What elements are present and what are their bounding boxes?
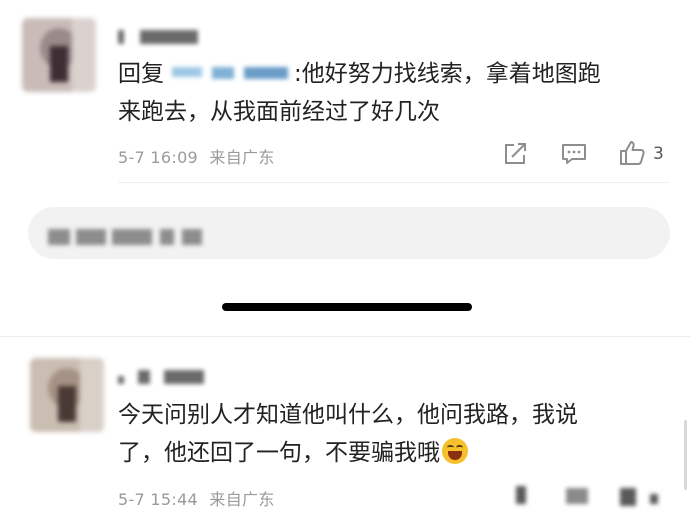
home-indicator	[222, 303, 472, 311]
username-blurred[interactable]	[118, 28, 208, 46]
comment-text-line1: 今天问别人才知道他叫什么，他问我路，我说	[118, 402, 578, 428]
avatar[interactable]	[30, 358, 104, 432]
comment-date: 5-7 16:09	[118, 148, 199, 167]
reply-placeholder-blurred	[48, 229, 218, 247]
comment-icon[interactable]	[560, 142, 588, 166]
comment-meta: 5-7 15:44 来自广东	[118, 486, 275, 510]
thumbs-up-icon[interactable]	[618, 140, 646, 166]
comment-location: 来自广东	[209, 490, 275, 509]
action-icons-blurred[interactable]	[480, 480, 680, 510]
avatar[interactable]	[22, 18, 96, 92]
comment-text-line1: :他好努力找线索，拿着地图跑	[294, 61, 601, 87]
reply-prefix: 回复	[118, 61, 164, 87]
comment-body: 回复 :他好努力找线索，拿着地图跑 来跑去，从我面前经过了好几次	[118, 55, 678, 131]
comment-location: 来自广东	[209, 148, 275, 167]
laughing-emoji-icon	[442, 438, 468, 464]
like-count: 3	[653, 144, 664, 164]
comment-text-line2: 来跑去，从我面前经过了好几次	[118, 99, 440, 125]
comment-date: 5-7 15:44	[118, 490, 199, 509]
comment-body: 今天问别人才知道他叫什么，他问我路，我说 了，他还回了一句，不要骗我哦	[118, 396, 678, 472]
share-icon[interactable]	[503, 142, 529, 166]
comment-meta: 5-7 16:09 来自广东	[118, 144, 275, 168]
scrollbar[interactable]	[684, 420, 687, 490]
username-blurred[interactable]	[118, 368, 218, 386]
section-divider	[0, 336, 690, 337]
comment-text-line2: 了，他还回了一句，不要骗我哦	[118, 440, 440, 466]
separator	[118, 182, 670, 183]
reply-target-blurred[interactable]	[164, 63, 294, 83]
